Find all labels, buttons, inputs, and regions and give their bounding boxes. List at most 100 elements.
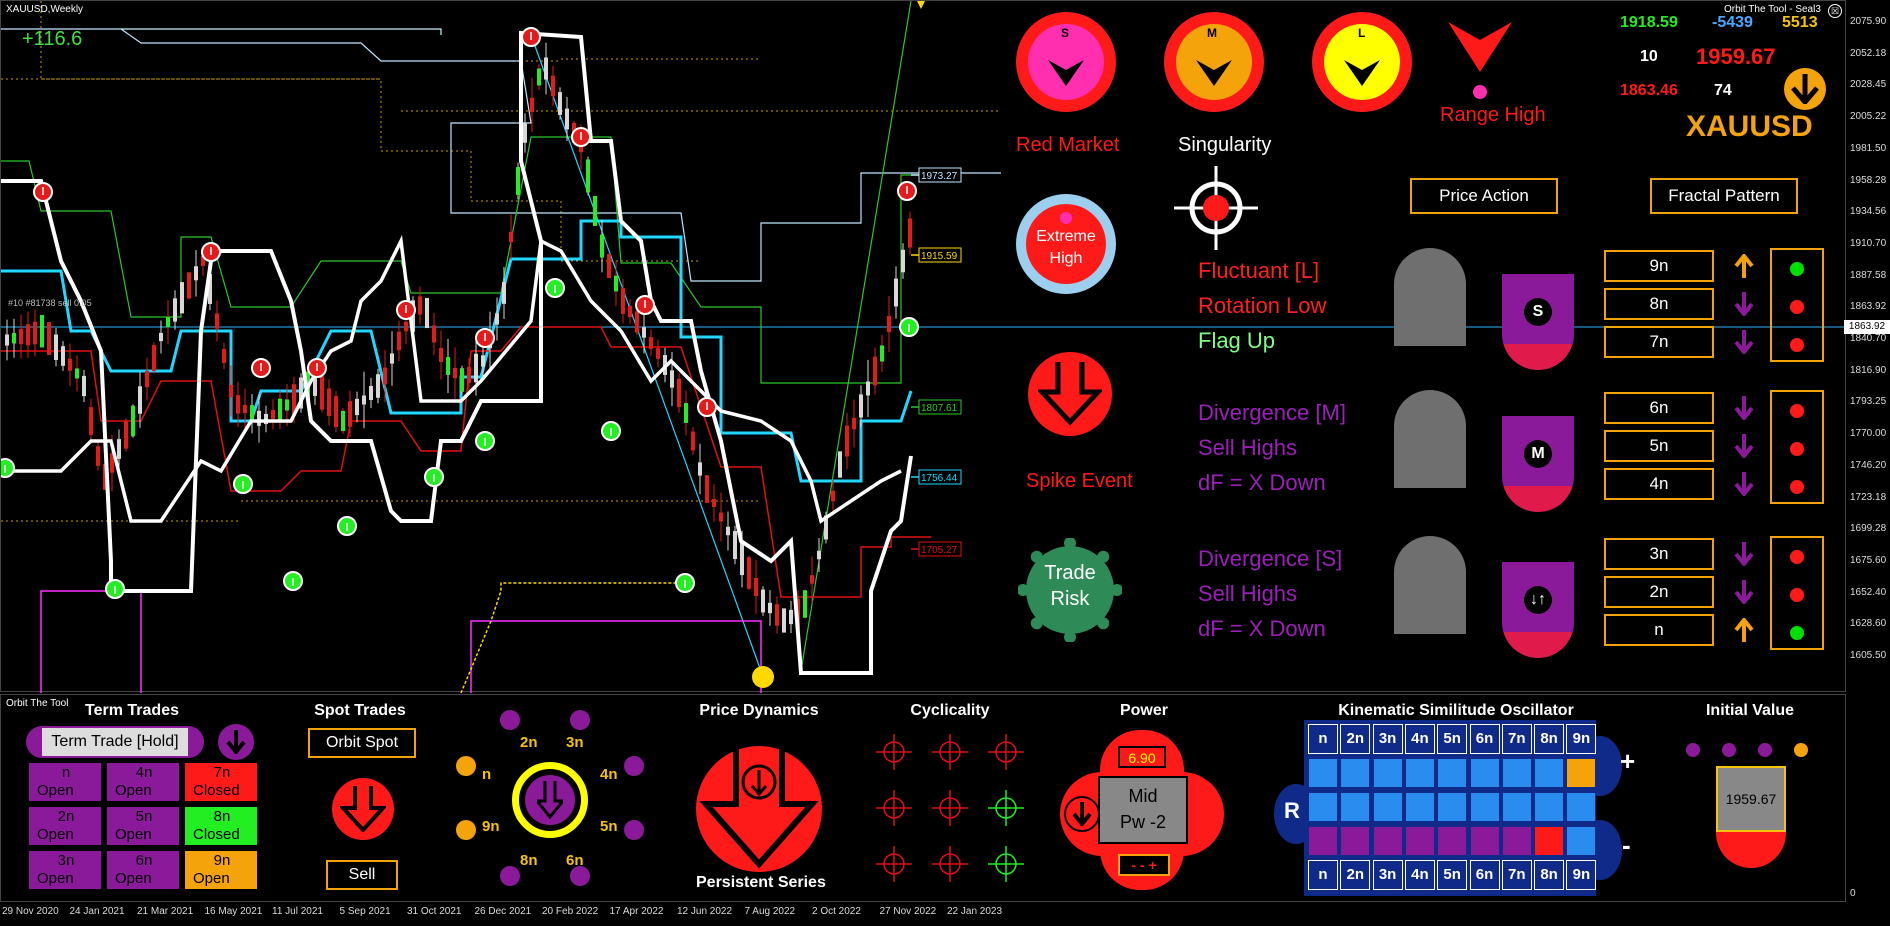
lamp-m: M: [1164, 12, 1264, 112]
signal-dot: [1790, 338, 1804, 352]
fractal-box[interactable]: 5n: [1604, 430, 1714, 462]
term-trade-cell[interactable]: 2n Open: [28, 806, 102, 846]
date-axis-tick: 5 Sep 2021: [339, 906, 391, 917]
candle-body: [894, 278, 898, 307]
term-trade-cell[interactable]: 8n Closed: [184, 806, 258, 846]
price-axis-tick: 1652.40: [1850, 586, 1887, 598]
svg-text:1756.44: 1756.44: [921, 473, 958, 484]
candle-body: [194, 266, 198, 281]
sell-marker: [475, 328, 495, 348]
candle-body: [271, 409, 275, 419]
iv-dot-2: [1722, 743, 1736, 757]
fractal-box[interactable]: 4n: [1604, 468, 1714, 500]
risk-dot: [1097, 617, 1110, 630]
range-high-label: Range High: [1440, 104, 1546, 126]
price-axis-tick: 1605.50: [1850, 650, 1887, 661]
candle-body: [82, 375, 86, 397]
candle-body: [40, 315, 44, 348]
candle-body: [362, 395, 366, 405]
term-trade-cell[interactable]: 7n Closed: [184, 762, 258, 802]
stat-c: 5513: [1782, 14, 1818, 31]
cycle-crosshair-icon: [876, 790, 912, 826]
candle-body: [887, 315, 891, 333]
candle-body: [12, 333, 16, 344]
orbit-satellite: [570, 866, 590, 886]
tombstone-shape: [1394, 536, 1466, 634]
kso-plus-label: +: [1620, 746, 1636, 776]
fractal-box[interactable]: 6n: [1604, 392, 1714, 424]
term-cell-status: Open: [193, 870, 230, 887]
term-trade-hold-button[interactable]: Term Trade [Hold]: [42, 728, 188, 756]
fractal-box[interactable]: 8n: [1604, 288, 1714, 320]
badge-circle: M: [1524, 440, 1552, 468]
term-trade-cell[interactable]: 9n Open: [184, 850, 258, 890]
kso-cell: [1437, 758, 1468, 788]
kso-cell: [1308, 792, 1338, 822]
kso-r-label: R: [1284, 798, 1300, 823]
level-tag: 1807.61: [911, 399, 962, 415]
price-action-button[interactable]: Price Action: [1410, 178, 1558, 214]
sell-button[interactable]: Sell: [326, 860, 398, 890]
cycle-crosshair-icon: [876, 734, 912, 770]
kso-cell: [1404, 758, 1435, 788]
kso-header-cell: n: [1308, 724, 1338, 754]
term-trade-cell[interactable]: 3n Open: [28, 850, 102, 890]
candle-body: [677, 378, 681, 408]
cycle-crosshair-icon: [932, 734, 968, 770]
candle-body: [285, 399, 289, 411]
symbol-label: XAUUSD: [1686, 110, 1813, 143]
price-axis-tick: 2028.45: [1850, 79, 1887, 91]
stat-b: -5439: [1712, 14, 1753, 31]
candle-body: [369, 385, 373, 401]
orbit-satellite: [624, 756, 644, 776]
sell-marker: [396, 300, 416, 320]
price-axis-tick: 1675.60: [1850, 554, 1887, 566]
candle-body: [656, 348, 660, 359]
candle-body: [320, 376, 324, 410]
tombstone-shape: [1394, 248, 1466, 346]
fractal-box[interactable]: n: [1604, 614, 1714, 646]
kso-header-cell: 7n: [1501, 724, 1532, 754]
fractal-pattern-button[interactable]: Fractal Pattern: [1650, 178, 1798, 214]
kso-header-cell: 5n: [1437, 724, 1468, 754]
candle-body: [341, 410, 345, 432]
magenta-line: [470, 620, 762, 693]
date-axis-tick: 26 Dec 2021: [474, 906, 532, 917]
fractal-box[interactable]: 2n: [1604, 576, 1714, 608]
fractal-box[interactable]: 3n: [1604, 538, 1714, 570]
power-signs: - - +: [1118, 854, 1170, 876]
term-trade-cell[interactable]: 5n Open: [106, 806, 180, 846]
close-icon[interactable]: ☒: [1828, 4, 1842, 18]
sub-axis-zero: 0: [1850, 888, 1856, 899]
candle-body: [152, 345, 156, 371]
lamp-l: L: [1312, 12, 1412, 112]
group-label: Flag Up: [1198, 328, 1276, 353]
initial-value-box: 1959.67: [1716, 766, 1786, 832]
fractal-box[interactable]: 7n: [1604, 326, 1714, 358]
candle-body: [257, 410, 261, 426]
term-cell-id: 6n: [135, 852, 153, 869]
term-trade-cell[interactable]: 6n Open: [106, 850, 180, 890]
fractal-box[interactable]: 9n: [1604, 250, 1714, 282]
candle-body: [432, 325, 436, 343]
kso-cell: [1340, 826, 1371, 856]
cycle-crosshair-icon: [988, 734, 1024, 770]
kso-cell: [1501, 826, 1532, 856]
candle-body: [145, 370, 149, 388]
kso-cell: [1437, 826, 1468, 856]
term-trade-cell[interactable]: n Open: [28, 762, 102, 802]
candle-body: [33, 321, 37, 345]
term-trade-down-icon[interactable]: [218, 724, 254, 760]
kso-cell: [1469, 758, 1500, 788]
term-cell-status: Open: [115, 870, 152, 887]
badge-shape: ↓↑: [1502, 562, 1574, 658]
date-axis-tick: 2 Oct 2022: [812, 906, 861, 917]
top-arrow-icon: [917, 1, 925, 9]
orbit-spot-button[interactable]: Orbit Spot: [308, 728, 416, 758]
kso-cell: [1372, 826, 1403, 856]
group-label: Sell Highs: [1198, 435, 1298, 460]
candle-body: [684, 403, 688, 423]
term-trade-cell[interactable]: 4n Open: [106, 762, 180, 802]
signal-dot: [1790, 480, 1804, 494]
candle-body: [789, 609, 793, 625]
